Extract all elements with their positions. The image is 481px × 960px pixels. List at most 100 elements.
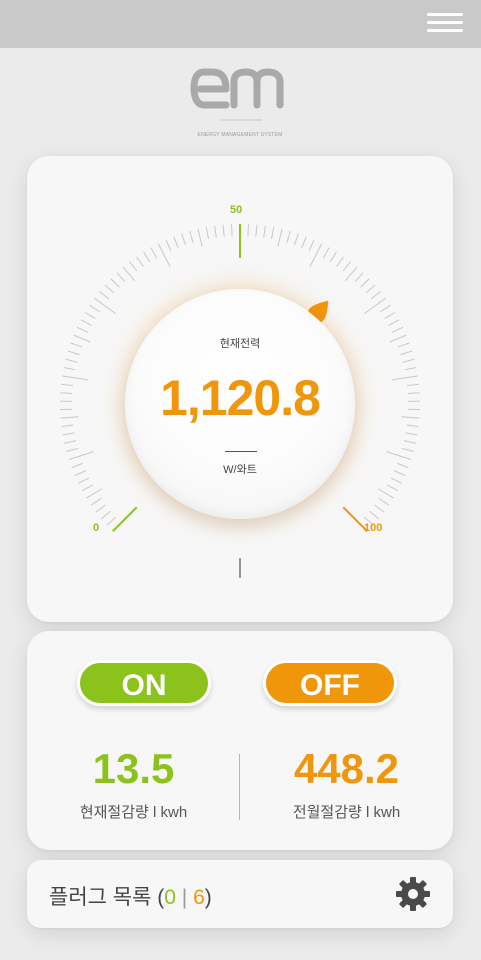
gauge-tick [406, 424, 419, 428]
gauge-tick [205, 227, 210, 240]
gauge-tick [354, 272, 364, 282]
gauge-tick [100, 510, 111, 520]
current-power-label: 현재전력 [219, 338, 261, 350]
gauge-tick [99, 291, 110, 300]
last-month-savings-label: 전월절감량 l kwh [292, 804, 401, 821]
logo-subtitle: ENERGY MANAGEMENT SYSTEM [197, 132, 283, 138]
gauge-tick [365, 284, 376, 294]
gauge-tick [329, 251, 337, 263]
last-month-savings-value: 448.2 [293, 745, 400, 792]
gauge-tick [374, 504, 385, 513]
gauge-max-label: 100 [364, 522, 383, 534]
gauge-tick [61, 383, 74, 387]
gauge-tick [112, 506, 138, 532]
gauge-tick [364, 297, 386, 314]
gauge-tick [388, 319, 400, 326]
plug-list-label: 플러그 목록 ( [49, 886, 165, 909]
gauge-mid-label: 50 [230, 204, 243, 216]
gauge-tick [136, 256, 144, 267]
gauge-tick [231, 224, 233, 237]
on-button[interactable]: ON [77, 660, 211, 706]
top-bar [0, 0, 481, 48]
gauge-tick [396, 462, 409, 469]
off-button[interactable]: OFF [263, 660, 397, 706]
gauge-tick [95, 504, 106, 513]
gauge-tick [293, 233, 299, 246]
gauge-tick [386, 451, 412, 461]
gauge-tick [406, 383, 419, 387]
gauge-tick [122, 266, 136, 282]
gauge-tick [393, 470, 406, 476]
gauge-tick [322, 247, 330, 259]
gauge-tick [214, 225, 217, 238]
plug-total-count: 6 [193, 886, 205, 909]
gauge-tick [301, 236, 307, 248]
gauge-tick [74, 470, 87, 476]
gauge-tick [73, 334, 91, 343]
gauge-tick [60, 416, 79, 419]
gauge-tick [143, 251, 151, 263]
gauge-tick [397, 342, 410, 348]
gauge-tick [150, 247, 158, 259]
gauge-tick [84, 311, 96, 319]
gauge-tick [255, 224, 258, 237]
gauge-tick [71, 462, 84, 469]
gauge-tick [104, 284, 115, 294]
gauge-tick [106, 516, 117, 526]
gauge-tick [402, 358, 415, 363]
gauge-tick [80, 319, 92, 326]
gauge-tick [400, 350, 413, 356]
gauge-tick [392, 375, 418, 381]
gauge-tick [94, 297, 116, 314]
plug-list-close-paren: ) [204, 886, 212, 909]
gauge-tick [308, 239, 315, 252]
gauge-tick [370, 291, 381, 300]
gauge-tick [270, 227, 275, 240]
power-unit-label: W/와트 [223, 464, 257, 476]
gauge-tick [277, 228, 283, 247]
gauge-tick [309, 243, 323, 268]
gauge-tick [70, 342, 83, 348]
gauge-tick [197, 228, 203, 247]
gauge-tick [65, 358, 78, 363]
gauge-tick [165, 239, 172, 252]
gauge-tick [386, 484, 398, 492]
gauge-tick [157, 243, 171, 268]
gauge-tick [66, 447, 79, 452]
plug-list-card[interactable]: 플러그 목록 (0 | 6) [27, 860, 453, 928]
gauge-tick [378, 498, 390, 506]
plug-list-title: 플러그 목록 (0 | 6) [49, 881, 212, 911]
gauge-tick [63, 367, 76, 371]
current-savings-value: 13.5 [92, 745, 175, 792]
hamburger-menu-icon[interactable] [427, 11, 463, 35]
gauge-tick [389, 334, 407, 343]
gauge-tick [189, 231, 194, 243]
control-card: ON OFF 13.5 현재절감량 l kwh 448.2 전월절감량 l kw… [27, 631, 453, 850]
gauge-tick [405, 432, 418, 436]
gauge-tick [76, 326, 89, 333]
gauge-tick [60, 392, 73, 394]
gauge-tick [391, 326, 404, 333]
gauge-tick [67, 350, 80, 356]
gauge-tick [181, 233, 187, 246]
power-gauge-card: 0 50 100 현재전력 1,120.8 W/와트 [27, 156, 453, 622]
gauge-tick [86, 488, 103, 499]
gauge-tick [173, 236, 179, 248]
gauge-tick [390, 477, 402, 484]
current-power-value: 1,120.8 [160, 370, 321, 426]
gauge-tick [342, 261, 351, 272]
gauge-tick [110, 278, 120, 288]
gear-icon[interactable] [395, 876, 431, 912]
gauge-dial: 현재전력 1,120.8 W/와트 [125, 289, 355, 519]
gauge-tick [401, 416, 420, 419]
gauge-tick [64, 440, 77, 444]
gauge-tick [403, 440, 416, 444]
gauge-tick [369, 510, 380, 520]
gauge-tick [401, 447, 414, 452]
gauge-tick [380, 304, 391, 313]
gauge-tick [90, 498, 102, 506]
gauge-tick [336, 256, 344, 267]
gauge-tick [247, 224, 249, 237]
em-logo-icon [190, 68, 284, 121]
gauge-tick [222, 224, 225, 237]
